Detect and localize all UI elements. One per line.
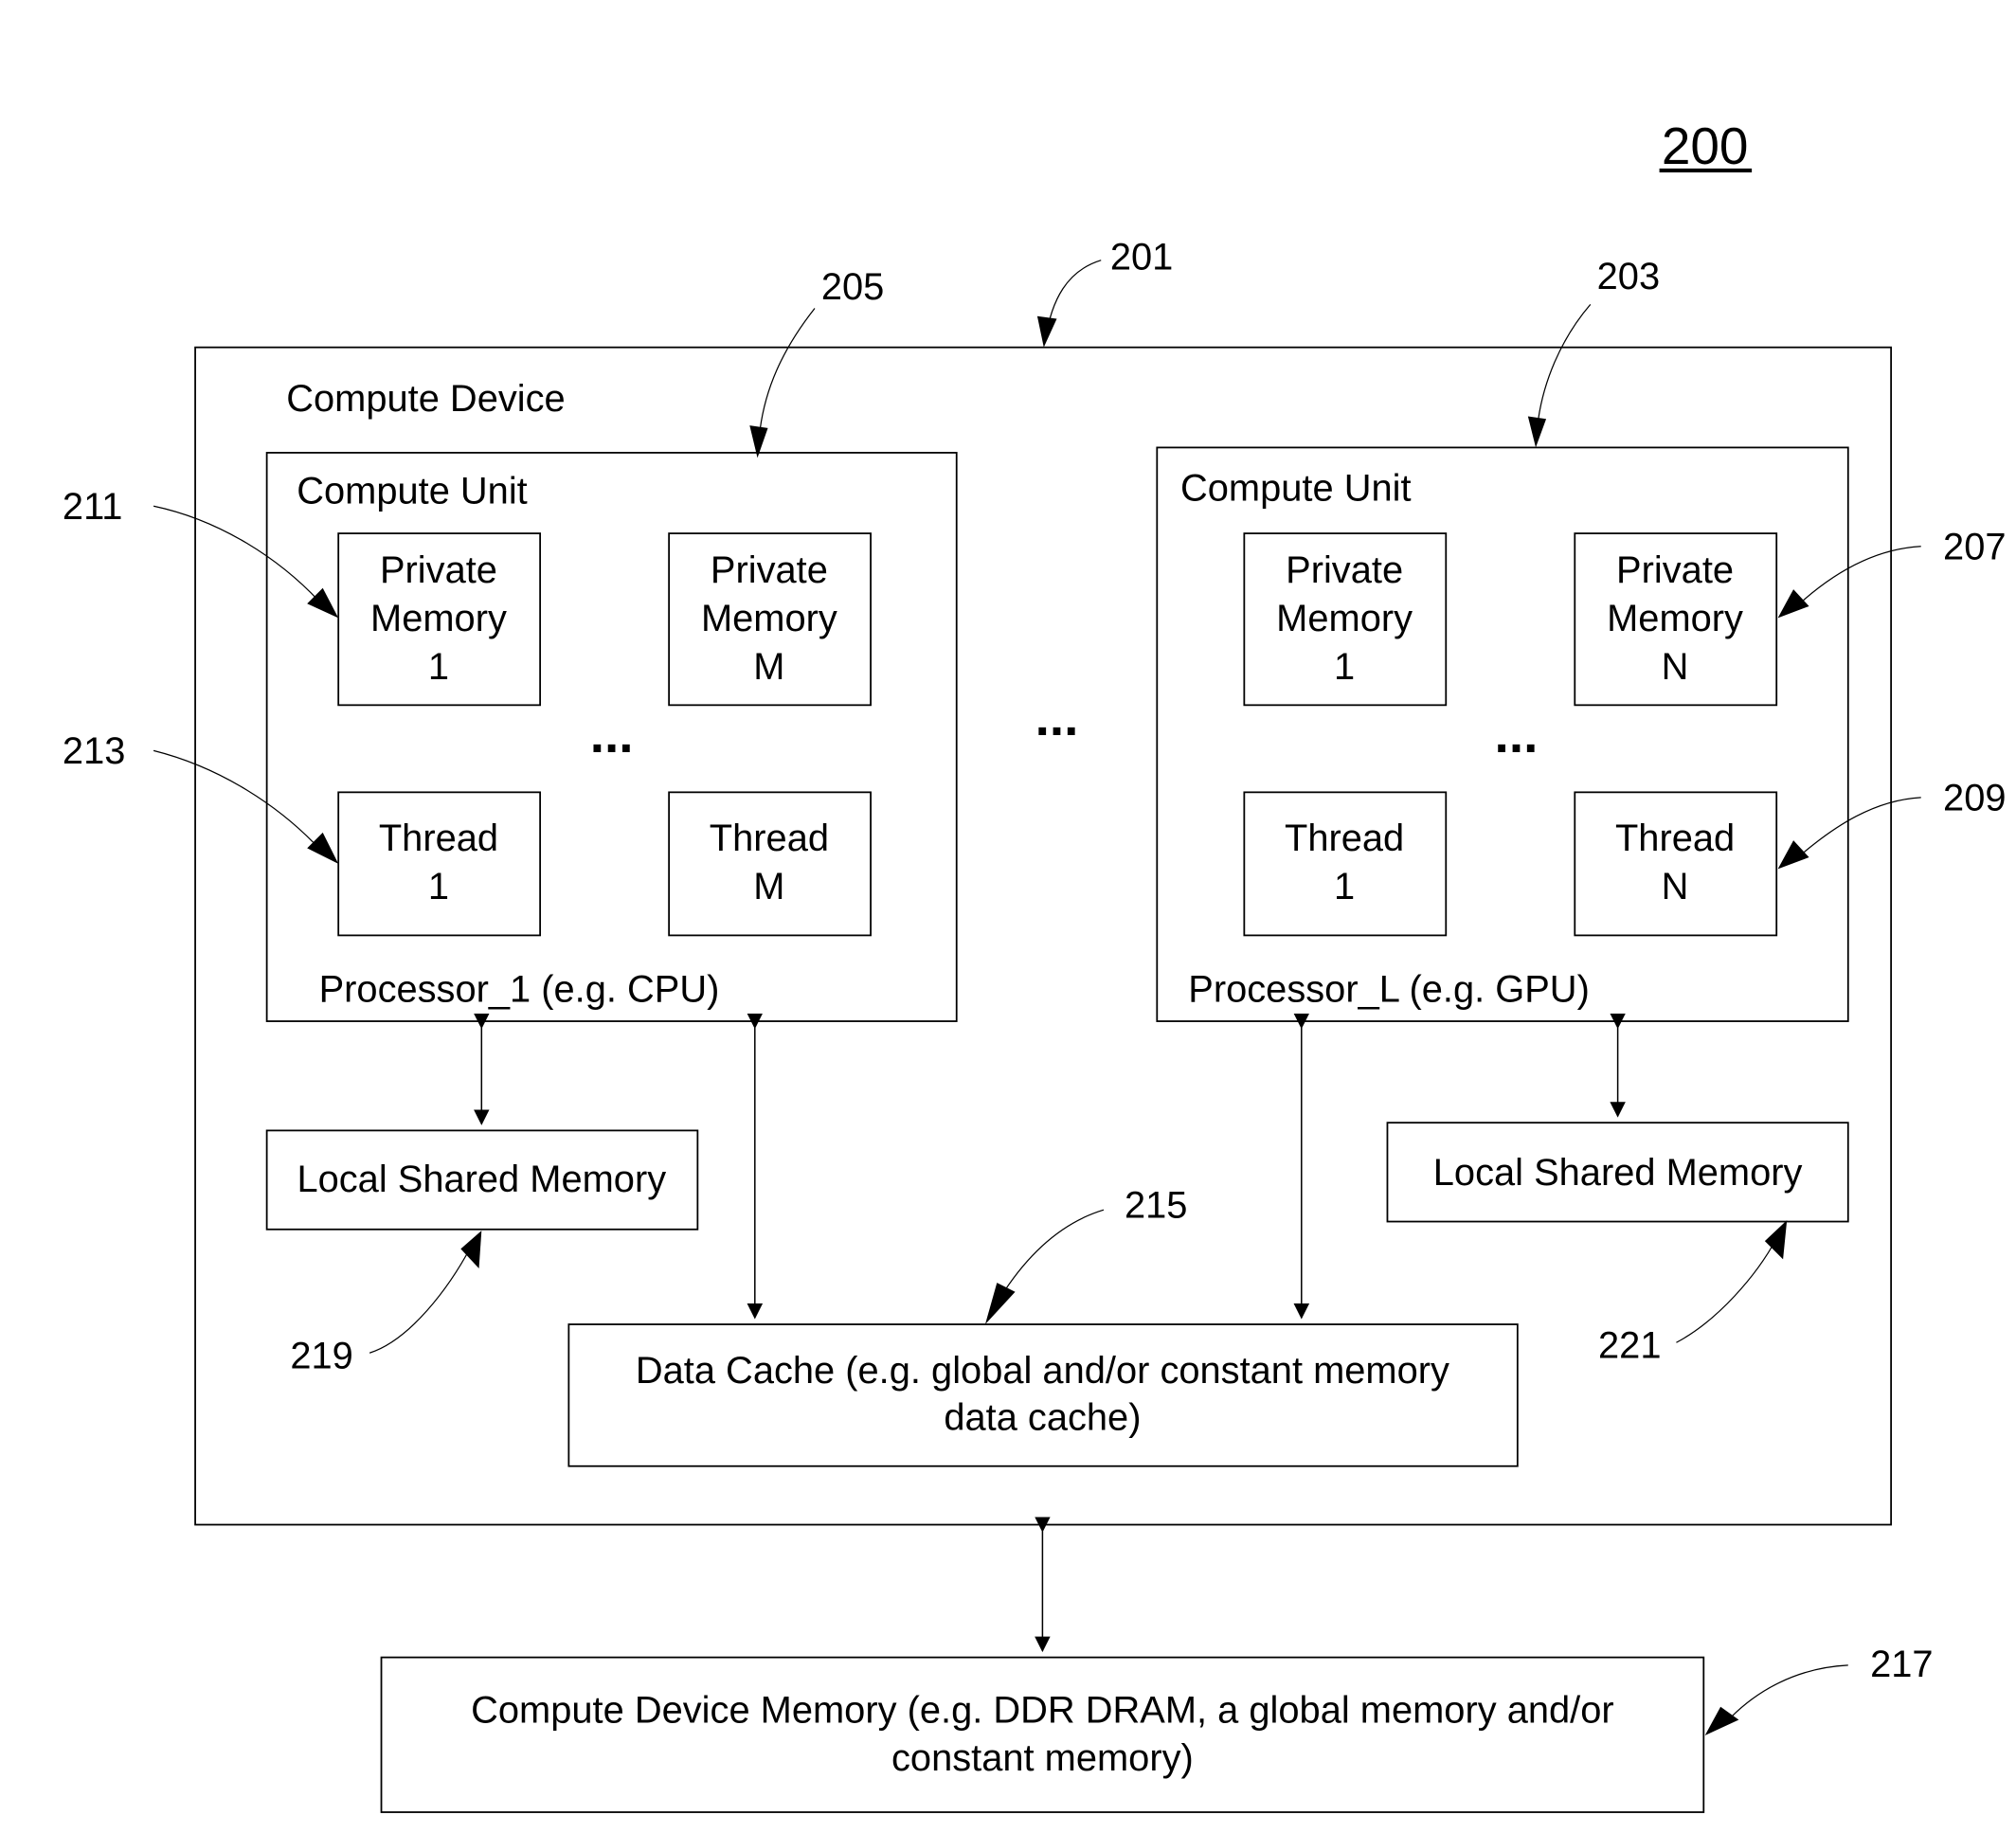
arrowhead-217 (1704, 1706, 1739, 1736)
processor-l-thread-1: Thread 1 (1243, 791, 1448, 937)
t1-line2: 1 (428, 866, 449, 908)
ref-221: 221 (1598, 1325, 1661, 1367)
processor-l-local-shared-memory: Local Shared Memory (1386, 1122, 1849, 1223)
processor-l-ellipsis: ... (1495, 705, 1539, 764)
lpmn-line2: Memory (1607, 598, 1743, 639)
processor-1-thread-1: Thread 1 (337, 791, 542, 937)
processor-1-local-shared-memory: Local Shared Memory (265, 1129, 699, 1231)
lpmn-line1: Private (1616, 549, 1734, 591)
memory-line2: constant memory) (891, 1737, 1194, 1779)
tm-line2: M (753, 866, 784, 908)
tm-line1: Thread (710, 818, 829, 859)
processor-l-unit-title: Compute Unit (1180, 468, 1412, 510)
compute-device-memory: Compute Device Memory (e.g. DDR DRAM, a … (380, 1656, 1705, 1813)
pmm-line3: M (753, 646, 784, 688)
ref-211: 211 (63, 486, 123, 528)
processor-l-thread-n: Thread N (1574, 791, 1778, 937)
lsm1-label: Local Shared Memory (297, 1159, 666, 1200)
pmm-line1: Private (711, 549, 828, 591)
pmm-line2: Memory (701, 598, 837, 639)
ref-215: 215 (1125, 1184, 1187, 1226)
data-cache: Data Cache (e.g. global and/or constant … (567, 1323, 1519, 1467)
compute-device-title: Compute Device (286, 378, 565, 420)
processor-1-thread-m: Thread M (668, 791, 872, 937)
lsml-label: Local Shared Memory (1433, 1152, 1803, 1194)
data-cache-line1: Data Cache (e.g. global and/or constant … (636, 1350, 1449, 1392)
leader-201 (1044, 260, 1102, 341)
lpm1-line1: Private (1286, 549, 1403, 591)
arrowhead-201 (1036, 315, 1057, 348)
processor-1-caption: Processor_1 (e.g. CPU) (319, 968, 720, 1010)
processor-l-private-memory-1: Private Memory 1 (1243, 532, 1448, 707)
lt1-line2: 1 (1334, 866, 1355, 908)
lpm1-line3: 1 (1334, 646, 1355, 688)
processor-1-private-memory-1: Private Memory 1 (337, 532, 542, 707)
ref-201: 201 (1110, 236, 1173, 278)
ref-203: 203 (1597, 256, 1660, 297)
processors-ellipsis: ... (1035, 688, 1079, 746)
processor-1-unit-title: Compute Unit (297, 470, 528, 512)
lt1-line1: Thread (1285, 818, 1404, 859)
figure-number-text: 200 (1662, 117, 1749, 175)
data-cache-line2: data cache) (944, 1396, 1141, 1438)
memory-line1: Compute Device Memory (e.g. DDR DRAM, a … (471, 1689, 1614, 1731)
processor-1-private-memory-m: Private Memory M (668, 532, 872, 707)
ref-213: 213 (63, 730, 125, 772)
ltn-line1: Thread (1615, 818, 1735, 859)
pm1-line3: 1 (428, 646, 449, 688)
ref-209: 209 (1943, 778, 2006, 819)
ref-207: 207 (1943, 527, 2006, 568)
pm1-line1: Private (380, 549, 497, 591)
lpmn-line3: N (1662, 646, 1689, 688)
processor-1-ellipsis: ... (590, 705, 634, 764)
figure-number: 200 (1659, 117, 1753, 175)
ref-217: 217 (1870, 1644, 1933, 1685)
lpm1-line2: Memory (1276, 598, 1413, 639)
processor-l-private-memory-n: Private Memory N (1574, 532, 1778, 707)
ltn-line2: N (1662, 866, 1689, 908)
processor-l-caption: Processor_L (e.g. GPU) (1188, 968, 1590, 1010)
t1-line1: Thread (379, 818, 498, 859)
ref-205: 205 (821, 266, 884, 308)
diagram-canvas: 200 Compute Device 201 Compute Unit Proc… (63, 117, 2007, 1813)
leader-217 (1730, 1664, 1848, 1718)
pm1-line2: Memory (370, 598, 507, 639)
ref-219: 219 (290, 1336, 352, 1377)
